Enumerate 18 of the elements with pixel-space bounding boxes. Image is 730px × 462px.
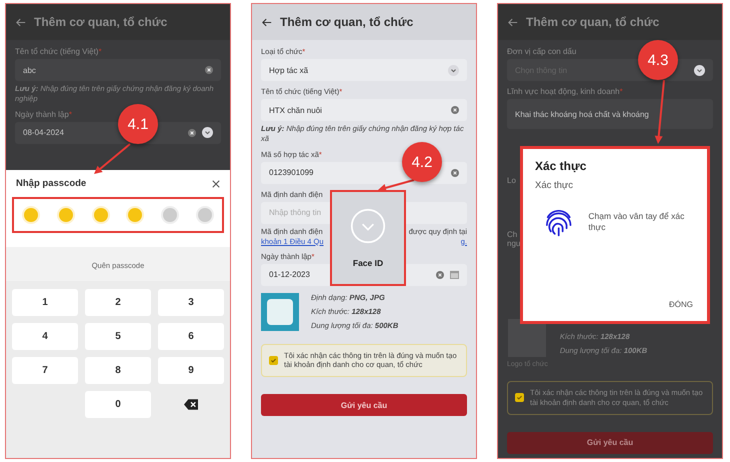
label-fragment: Lo (507, 176, 516, 185)
sheet-title: Nhập passcode (16, 178, 86, 189)
screen-title: Thêm cơ quan, tổ chức (526, 15, 660, 29)
step-callout-tooltip: 4.2 (402, 142, 442, 182)
step-callout-tooltip: 4.1 (118, 104, 158, 144)
screen-title: Thêm cơ quan, tổ chức (34, 15, 168, 29)
screen-title: Thêm cơ quan, tổ chức (280, 15, 414, 29)
dialog-title: Xác thực (535, 159, 588, 173)
dialog-subtitle: Xác thực (535, 180, 574, 191)
label-fragment: Ch (507, 230, 518, 239)
face-id-label: Face ID (352, 258, 384, 268)
field-label: Đơn vị cấp con dấu (507, 47, 578, 56)
field-label: Ngày thành lập* (15, 110, 73, 118)
field-label: Lĩnh vực hoạt động, kinh doanh* (507, 87, 624, 96)
field-label: Tên tổ chức (tiếng Việt)* (15, 47, 103, 56)
dialog-prompt: Chạm vào vân tay để xác thực (588, 210, 686, 234)
step-callout-tooltip: 4.3 (638, 40, 678, 80)
label-fragment: ngư (507, 239, 522, 248)
